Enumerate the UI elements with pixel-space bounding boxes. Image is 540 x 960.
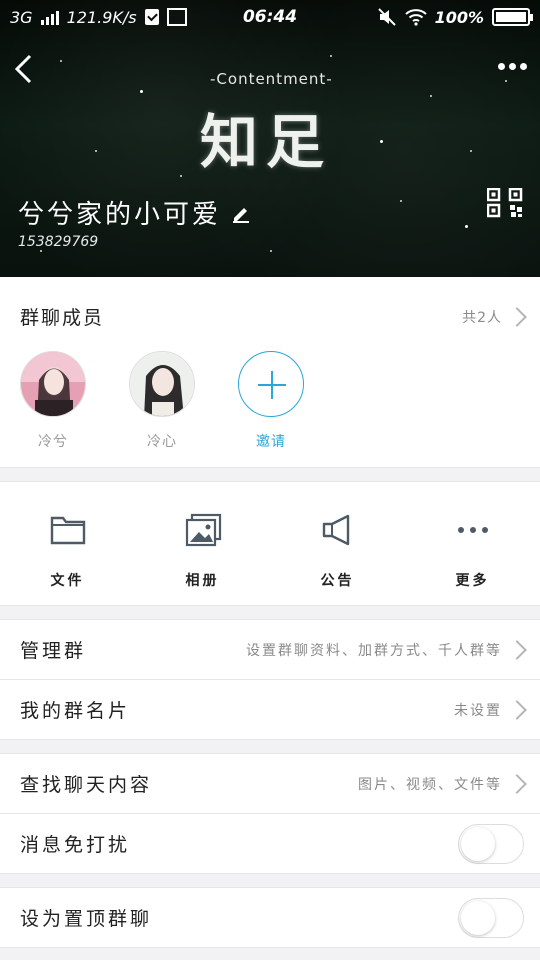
section-divider	[0, 740, 540, 754]
status-bar: 3G 121.9K/s 06:44 100%	[0, 0, 540, 34]
chevron-right-icon[interactable]	[507, 307, 527, 327]
group-name[interactable]: 兮兮家的小可爱	[18, 194, 251, 231]
chevron-right-icon	[507, 700, 527, 720]
row-value: 未设置	[454, 702, 502, 719]
pin-toggle[interactable]	[458, 897, 524, 938]
back-arrow-icon[interactable]	[10, 52, 40, 86]
group-header-banner: 3G 121.9K/s 06:44 100% -Contentment- 知足 …	[0, 0, 540, 277]
my-group-card-row[interactable]: 我的群名片 未设置	[0, 680, 540, 740]
pin-chat-row: 设为置顶群聊	[0, 888, 540, 948]
action-more[interactable]: 更多	[405, 482, 540, 605]
manage-group-row[interactable]: 管理群 设置群聊资料、加群方式、千人群等	[0, 620, 540, 680]
section-divider	[0, 874, 540, 888]
mute-toggle[interactable]	[458, 823, 524, 864]
add-icon[interactable]	[238, 351, 304, 417]
row-value: 设置群聊资料、加群方式、千人群等	[246, 642, 502, 659]
action-label: 相册	[185, 573, 220, 589]
banner-title: 知足	[200, 108, 333, 176]
mute-notifications-row: 消息免打扰	[0, 814, 540, 874]
search-chat-row[interactable]: 查找聊天内容 图片、视频、文件等	[0, 754, 540, 814]
member-avatar-item[interactable]: 冷心	[129, 351, 195, 451]
action-label: 文件	[50, 573, 85, 589]
members-count[interactable]: 共2人	[462, 307, 502, 327]
more-dots-icon	[457, 527, 488, 533]
members-section: 群聊成员 共2人 冷兮 冷心 邀请	[0, 277, 540, 468]
clock: 06:44	[242, 7, 298, 27]
quick-actions: 文件 相册 公告 更多	[0, 482, 540, 606]
chevron-right-icon	[507, 640, 527, 660]
action-label: 公告	[320, 573, 355, 589]
invite-label: 邀请	[256, 434, 286, 450]
invite-member-item[interactable]: 邀请	[238, 351, 304, 451]
edit-pencil-icon[interactable]	[231, 203, 251, 223]
action-album[interactable]: 相册	[135, 482, 270, 605]
megaphone-icon	[322, 514, 349, 546]
row-label: 我的群名片	[20, 700, 131, 722]
section-divider	[0, 606, 540, 620]
battery-icon	[492, 8, 533, 26]
banner-subtitle: -Contentment-	[210, 70, 333, 88]
member-avatar-item[interactable]: 冷兮	[20, 351, 86, 451]
action-label: 更多	[455, 573, 490, 589]
member-name: 冷心	[147, 434, 177, 450]
folder-icon	[50, 516, 85, 545]
avatar[interactable]	[20, 351, 86, 417]
members-title: 群聊成员	[20, 307, 105, 329]
row-label: 查找聊天内容	[20, 774, 153, 796]
action-announcement[interactable]: 公告	[270, 482, 405, 605]
row-label: 设为置顶群聊	[20, 908, 153, 930]
qr-code-icon[interactable]	[487, 188, 525, 218]
more-options-icon[interactable]	[498, 58, 528, 74]
row-value: 图片、视频、文件等	[358, 776, 502, 793]
photo-album-icon	[185, 513, 221, 547]
row-label: 消息免打扰	[20, 834, 131, 856]
group-name-text: 兮兮家的小可爱	[18, 200, 222, 230]
avatar[interactable]	[129, 351, 195, 417]
row-label: 管理群	[20, 640, 87, 662]
member-name: 冷兮	[38, 434, 68, 450]
group-id: 153829769	[18, 234, 99, 250]
section-divider	[0, 468, 540, 482]
chevron-right-icon	[507, 774, 527, 794]
action-files[interactable]: 文件	[0, 482, 135, 605]
